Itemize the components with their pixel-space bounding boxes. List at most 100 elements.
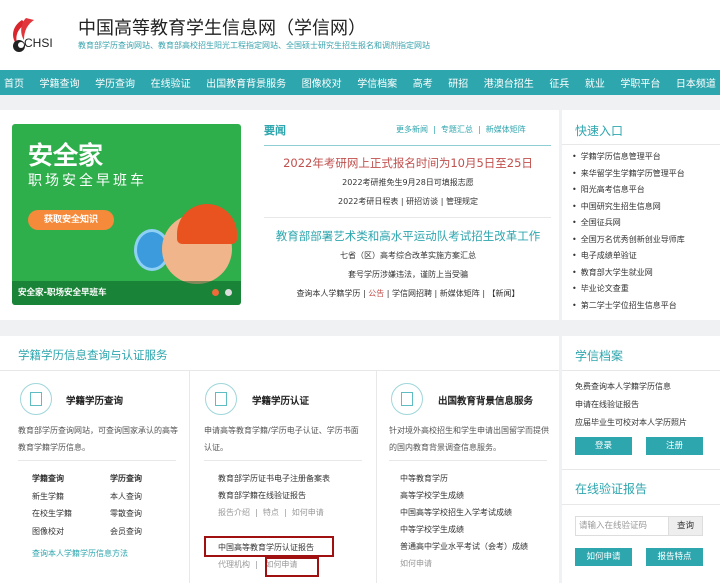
query-link[interactable]: 会员查询 <box>110 526 142 537</box>
quick-link[interactable]: 来华留学生学籍学历管理平台 <box>572 168 685 185</box>
news-link[interactable]: 查询本人学籍学历 <box>296 289 360 298</box>
nav-item[interactable]: 高考 <box>413 75 433 90</box>
document-icon <box>391 383 423 415</box>
nav-item[interactable]: 学历查询 <box>95 75 135 90</box>
features-link[interactable]: 特点 <box>263 508 279 517</box>
service-link[interactable]: 普通高中学业水平考试（会考）成绩 <box>400 541 528 552</box>
archive-link[interactable]: 免费查询本人学籍学历信息 <box>575 381 671 392</box>
news-link[interactable]: 学信网招聘 <box>392 289 432 298</box>
news-link[interactable]: 公告 <box>368 289 384 298</box>
query-link[interactable]: 新生学籍 <box>32 491 64 502</box>
quick-link[interactable]: 毕业论文查重 <box>572 283 685 300</box>
banner-button[interactable]: 获取安全知识 <box>28 210 114 230</box>
divider <box>562 469 720 470</box>
nav-item[interactable]: 首页 <box>4 75 24 90</box>
banner-title: 安全家 <box>28 141 104 170</box>
quick-link[interactable]: 第二学士学位招生信息平台 <box>572 300 685 317</box>
query-link[interactable]: 在校生学籍 <box>32 508 72 519</box>
divider <box>189 370 190 583</box>
query-link[interactable]: 学籍查询 <box>32 473 64 484</box>
site-subtitle: 教育部学历查询网站、教育部高校招生阳光工程指定网站、全国硕士研究生招生报名和调剂… <box>78 41 430 50</box>
nav-item[interactable]: 学信档案 <box>357 75 397 90</box>
carousel-dot-active[interactable] <box>212 289 219 296</box>
nav-item[interactable]: 学职平台 <box>620 75 660 90</box>
headline-link[interactable]: 教育部部署艺术类和高水平运动队考试招生改革工作 <box>258 228 558 244</box>
services-title: 学籍学历信息查询与认证服务 <box>18 348 168 362</box>
service-link[interactable]: 中国高等学校招生入学考试成绩 <box>400 507 512 518</box>
query-link[interactable]: 图像校对 <box>32 526 64 537</box>
news-link[interactable]: 管理规定 <box>446 197 478 206</box>
login-button[interactable]: 登录 <box>575 437 632 455</box>
certificate-icon <box>205 383 237 415</box>
query-method-link[interactable]: 查询本人学籍学历信息方法 <box>32 548 128 559</box>
news-links: 更多新闻 | 专题汇总 | 新媒体矩阵 <box>396 125 526 134</box>
service-link[interactable]: 高等学校学生成绩 <box>400 490 464 501</box>
carousel-dot[interactable] <box>225 289 232 296</box>
service-link[interactable]: 教育部学历证书电子注册备案表 <box>218 473 330 484</box>
quick-link[interactable]: 教育部大学生就业网 <box>572 267 685 284</box>
search-doc-icon <box>20 383 52 415</box>
nav-item[interactable]: 港澳台招生 <box>484 75 534 90</box>
news-link[interactable]: 2022考研日程表 <box>338 197 398 206</box>
quick-link[interactable]: 学籍学历信息管理平台 <box>572 151 685 168</box>
nav-item[interactable]: 日本频道 <box>676 75 716 90</box>
archive-link[interactable]: 应届毕业生可校对本人学历照片 <box>575 417 687 428</box>
register-button[interactable]: 注册 <box>646 437 703 455</box>
new-media-link[interactable]: 新媒体矩阵 <box>486 125 526 134</box>
agency-link[interactable]: 代理机构 <box>218 560 250 569</box>
divider <box>376 370 377 583</box>
news-item[interactable]: 套号学历涉嫌违法，谨防上当受骗 <box>258 269 558 280</box>
news-link[interactable]: 【新闻】 <box>488 289 520 298</box>
query-link[interactable]: 本人查询 <box>110 491 142 502</box>
quick-link[interactable]: 全国征兵网 <box>572 217 685 234</box>
nav-item[interactable]: 图像校对 <box>302 75 342 90</box>
col-desc: 针对境外高校招生和学生申请出国留学而提供的国内教育背景调查信息服务。 <box>389 426 549 452</box>
query-button[interactable]: 查询 <box>668 516 703 536</box>
quick-link[interactable]: 电子成绩单验证 <box>572 250 685 267</box>
report-intro-link[interactable]: 报告介绍 <box>218 508 250 517</box>
headline-link[interactable]: 2022年考研网上正式报名时间为10月5日至25日 <box>258 155 558 171</box>
banner-carousel[interactable]: 安全家 职场安全早班车 获取安全知识 安全家-职场安全早班车 <box>12 124 241 305</box>
site-header: CHSI 中国高等教育学生信息网（学信网） 教育部学历查询网站、教育部高校招生阳… <box>0 0 720 70</box>
verify-code-input[interactable]: 请输入在线验证码 <box>575 516 670 536</box>
nav-item[interactable]: 在线验证 <box>151 75 191 90</box>
service-link[interactable]: 教育部学籍在线验证报告 <box>218 490 306 501</box>
query-link[interactable]: 零散查询 <box>110 508 142 519</box>
topics-link[interactable]: 专题汇总 <box>441 125 473 134</box>
news-link[interactable]: 研招访谈 <box>406 197 438 206</box>
news-link[interactable]: 新媒体矩阵 <box>440 289 480 298</box>
how-to-apply-button[interactable]: 如何申请 <box>575 548 632 566</box>
logo-text: CHSI <box>24 36 53 50</box>
news-item-row: 2022考研日程表 | 研招访谈 | 管理规定 <box>338 197 478 206</box>
divider <box>18 460 176 461</box>
nav-item[interactable]: 研招 <box>448 75 468 90</box>
verify-heading: 在线验证报告 <box>575 482 648 496</box>
archive-link[interactable]: 申请在线验证报告 <box>575 399 639 410</box>
how-to-apply-link[interactable]: 如何申请 <box>400 558 432 569</box>
quick-link[interactable]: 阳光高考信息平台 <box>572 184 685 201</box>
report-features-button[interactable]: 报告特点 <box>646 548 703 566</box>
banner-caption: 安全家-职场安全早班车 <box>12 281 241 305</box>
col-title[interactable]: 出国教育背景信息服务 <box>438 393 533 407</box>
news-item-row: 查询本人学籍学历 | 公告 | 学信网招聘 | 新媒体矩阵 | 【新闻】 <box>296 289 520 298</box>
query-link[interactable]: 学历查询 <box>110 473 142 484</box>
news-heading: 要闻 <box>264 124 286 137</box>
col-desc: 申请高等教育学籍/学历电子认证、学历书面认证。 <box>204 426 359 452</box>
nav-item[interactable]: 学籍查询 <box>40 75 80 90</box>
nav-item[interactable]: 出国教育背景服务 <box>206 75 286 90</box>
quick-link[interactable]: 全国万名优秀创新创业导师库 <box>572 234 685 251</box>
news-item[interactable]: 七省（区）高考综合改革实施方案汇总 <box>258 250 558 261</box>
col-title[interactable]: 学籍学历查询 <box>66 393 123 407</box>
how-to-apply-link[interactable]: 如何申请 <box>292 508 324 517</box>
service-link[interactable]: 中等教育学历 <box>400 473 448 484</box>
col-desc: 教育部学历查询网站，可查询国家承认的高等教育学籍学历信息。 <box>18 426 178 452</box>
nav-item[interactable]: 征兵 <box>549 75 569 90</box>
col-title[interactable]: 学籍学历认证 <box>252 393 309 407</box>
service-link[interactable]: 中等学校学生成绩 <box>400 524 464 535</box>
quick-link[interactable]: 中国研究生招生信息网 <box>572 201 685 218</box>
banner-subtitle: 职场安全早班车 <box>28 173 147 189</box>
archive-panel <box>562 336 720 583</box>
more-news-link[interactable]: 更多新闻 <box>396 125 428 134</box>
news-item[interactable]: 2022考研推免生9月28日可填报志愿 <box>258 177 558 188</box>
nav-item[interactable]: 就业 <box>585 75 605 90</box>
